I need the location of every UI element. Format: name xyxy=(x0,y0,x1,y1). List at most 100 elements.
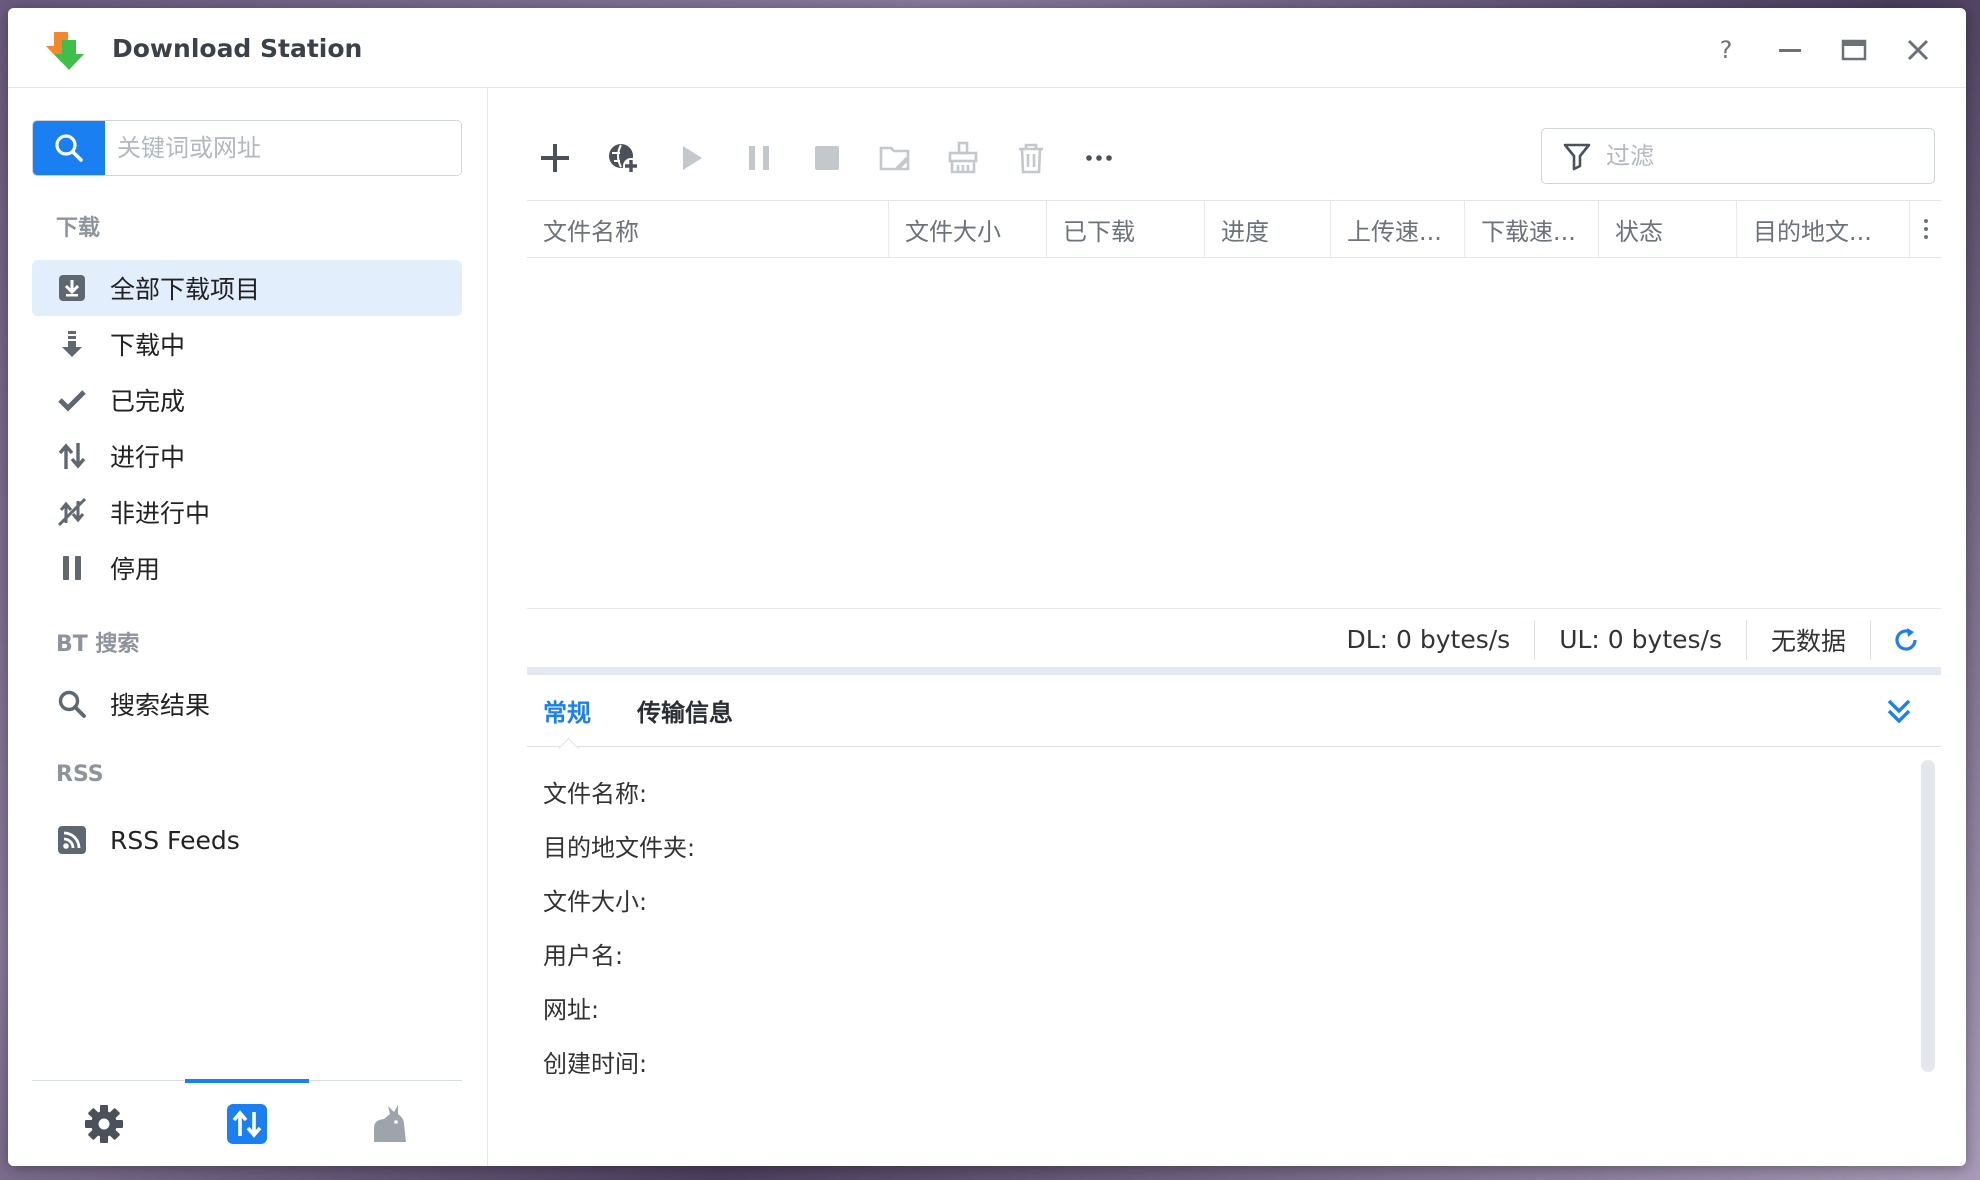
filter-icon[interactable] xyxy=(1562,141,1592,171)
column-header-destination[interactable]: 目的地文... xyxy=(1737,201,1910,257)
maximize-button[interactable] xyxy=(1836,32,1872,68)
detail-tabs: 常规 传输信息 xyxy=(527,675,1941,747)
title-bar: Download Station ? xyxy=(8,8,1966,88)
refresh-icon xyxy=(1895,627,1917,651)
help-button[interactable]: ? xyxy=(1708,32,1744,68)
section-rss-label: RSS xyxy=(56,762,104,787)
check-icon xyxy=(56,384,88,416)
add-button[interactable] xyxy=(521,130,589,186)
edit-folder-icon xyxy=(879,146,910,171)
help-icon: ? xyxy=(1720,37,1733,63)
column-header-progress[interactable]: 进度 xyxy=(1205,201,1331,257)
play-icon xyxy=(683,146,702,170)
inactive-arrows-icon xyxy=(56,496,88,528)
transfers-icon xyxy=(226,1103,267,1144)
pause-button[interactable] xyxy=(725,130,793,186)
column-menu-button[interactable] xyxy=(1910,201,1941,257)
sidebar-item-label: 非进行中 xyxy=(110,499,211,528)
sidebar-item-all-downloads[interactable]: 全部下载项目 xyxy=(32,260,462,316)
sidebar-item-completed[interactable]: 已完成 xyxy=(32,372,462,428)
up-down-arrows-icon xyxy=(56,440,88,472)
column-header-status[interactable]: 状态 xyxy=(1599,201,1737,257)
sidebar-item-rss-feeds[interactable]: RSS Feeds xyxy=(32,812,462,868)
status-bar: DL: 0 bytes/s UL: 0 bytes/s 无数据 xyxy=(527,608,1941,670)
download-box-icon xyxy=(56,272,88,304)
download-station-logo-icon xyxy=(44,28,90,74)
sidebar-item-label: 全部下载项目 xyxy=(110,275,261,304)
sidebar-item-inactive[interactable]: 非进行中 xyxy=(32,484,462,540)
sidebar-item-active[interactable]: 进行中 xyxy=(32,428,462,484)
column-header-download-speed[interactable]: 下载速... xyxy=(1465,201,1599,257)
sidebar-item-label: 下载中 xyxy=(110,331,186,360)
vertical-dots-icon xyxy=(1923,219,1928,239)
column-header-downloaded[interactable]: 已下载 xyxy=(1047,201,1205,257)
download-station-window: Download Station ? 关键词或网址 下载 全部下载项目 下载中 … xyxy=(8,8,1966,1166)
sidebar-item-search-results[interactable]: 搜索结果 xyxy=(32,676,462,732)
maximize-icon xyxy=(1841,39,1867,61)
refresh-button[interactable] xyxy=(1871,626,1941,654)
field-file-size-label: 文件大小: xyxy=(543,888,648,916)
filter-box xyxy=(1541,128,1935,184)
detail-body: 文件名称: 目的地文件夹: 文件大小: 用户名: 网址: 创建时间: xyxy=(527,748,1941,1166)
sidebar-item-label: RSS Feeds xyxy=(110,825,240,855)
toolbar xyxy=(521,128,1133,188)
sidebar-item-paused[interactable]: 停用 xyxy=(32,540,462,596)
minimize-icon xyxy=(1779,49,1801,52)
add-url-icon xyxy=(609,144,639,174)
add-icon xyxy=(541,144,569,172)
transfers-tab[interactable] xyxy=(175,1079,318,1166)
settings-tab[interactable] xyxy=(32,1081,175,1166)
column-header-file-size[interactable]: 文件大小 xyxy=(889,201,1047,257)
sidebar-search xyxy=(32,120,462,176)
close-icon xyxy=(1907,39,1929,61)
section-bt-search-label: BT 搜索 xyxy=(56,632,140,657)
app-title: Download Station xyxy=(112,34,363,63)
tab-transfer-info[interactable]: 传输信息 xyxy=(637,693,733,728)
clear-icon xyxy=(948,141,978,174)
stop-button[interactable] xyxy=(793,130,861,186)
upload-speed-status: UL: 0 bytes/s xyxy=(1535,619,1747,660)
filter-input[interactable] xyxy=(1606,142,1934,170)
svg-text:?: ? xyxy=(1720,37,1733,63)
rss-icon xyxy=(56,824,88,856)
field-username-label: 用户名: xyxy=(543,942,624,970)
search-button[interactable] xyxy=(33,121,105,175)
minimize-button[interactable] xyxy=(1772,32,1808,68)
delete-button[interactable] xyxy=(997,130,1065,186)
search-icon xyxy=(56,688,88,720)
column-header-upload-speed[interactable]: 上传速... xyxy=(1331,201,1465,257)
field-destination-label: 目的地文件夹: xyxy=(543,834,696,862)
panel-divider[interactable] xyxy=(527,667,1941,675)
search-input[interactable] xyxy=(105,121,461,175)
field-created-time-label: 创建时间: xyxy=(543,1050,648,1078)
edit-destination-button[interactable] xyxy=(861,130,929,186)
tab-general[interactable]: 常规 xyxy=(543,693,591,728)
clear-completed-button[interactable] xyxy=(929,130,997,186)
emule-icon xyxy=(374,1104,407,1142)
pause-icon xyxy=(749,146,769,170)
column-header-file-name[interactable]: 文件名称 xyxy=(527,201,889,257)
no-data-status: 无数据 xyxy=(1747,619,1871,660)
download-speed-status: DL: 0 bytes/s xyxy=(1322,619,1536,660)
grid-header: 文件名称 文件大小 已下载 进度 上传速... 下载速... 状态 目的地文..… xyxy=(527,200,1941,258)
sidebar-item-label: 已完成 xyxy=(110,387,186,416)
sidebar-item-downloading[interactable]: 下载中 xyxy=(32,316,462,372)
sidebar-footer-tabs xyxy=(32,1079,462,1166)
pause-icon xyxy=(56,552,88,584)
collapse-chevron-icon[interactable] xyxy=(1881,693,1917,729)
add-url-button[interactable] xyxy=(589,130,657,186)
resume-button[interactable] xyxy=(657,130,725,186)
emule-tab[interactable] xyxy=(319,1081,462,1166)
sidebar-item-label: 搜索结果 xyxy=(110,691,211,720)
section-downloads-label: 下载 xyxy=(56,216,101,241)
delete-icon xyxy=(1019,143,1043,174)
more-icon xyxy=(1086,155,1112,161)
main-panel: 文件名称 文件大小 已下载 进度 上传速... 下载速... 状态 目的地文..… xyxy=(489,88,1966,1166)
close-button[interactable] xyxy=(1900,32,1936,68)
more-button[interactable] xyxy=(1065,130,1133,186)
field-url-label: 网址: xyxy=(543,996,600,1024)
settings-icon xyxy=(84,1104,123,1143)
sidebar-item-label: 进行中 xyxy=(110,443,186,472)
detail-scrollbar[interactable] xyxy=(1921,760,1935,1072)
downloading-icon xyxy=(56,328,88,360)
